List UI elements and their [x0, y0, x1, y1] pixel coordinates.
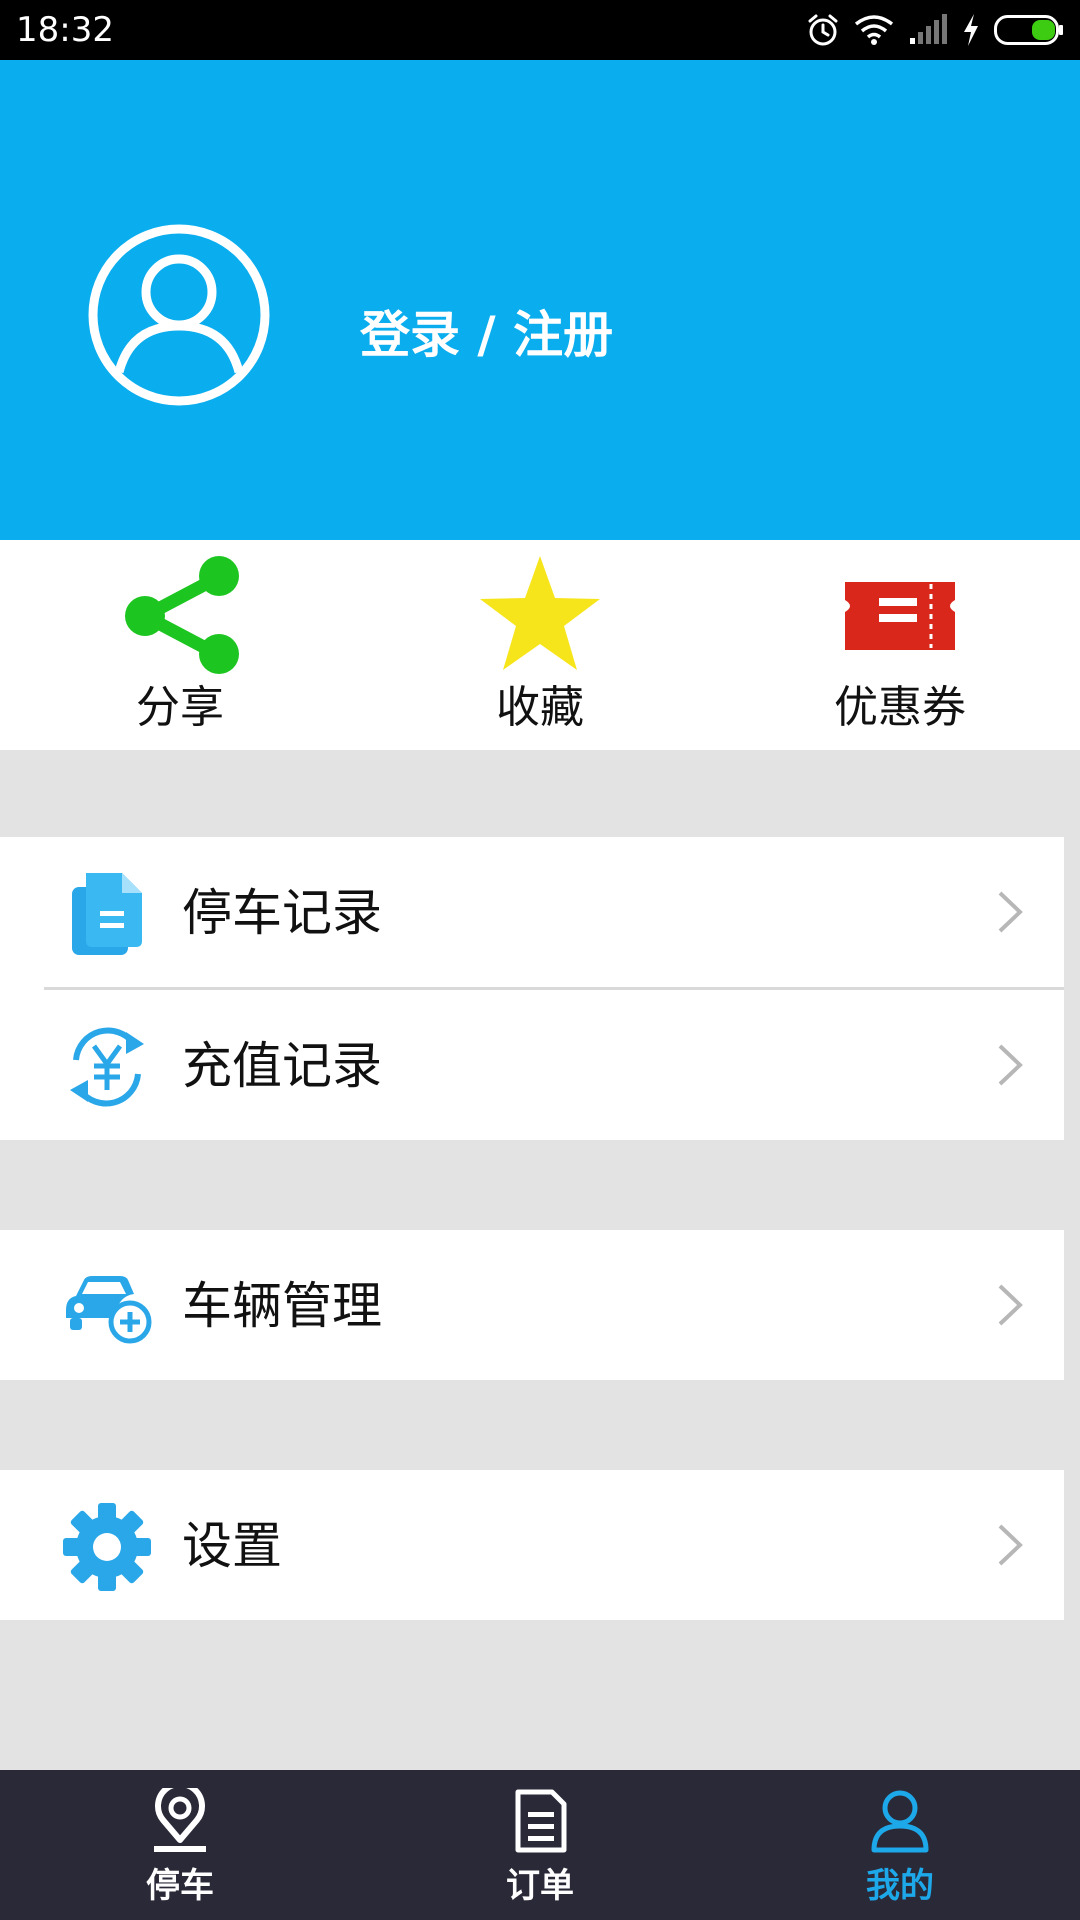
quick-action-favorites[interactable]: 收藏 [360, 540, 720, 750]
login-register-link[interactable]: 登录 / 注册 [360, 300, 613, 370]
location-pin-icon [148, 1781, 212, 1858]
profile-screen: 18:32 登录 / 注册 分享 收藏 优惠券 停车记录 充值记录 车辆管理 设… [0, 0, 1080, 1920]
bottom-nav: 停车 订单 我的 [0, 1770, 1080, 1920]
share-icon [115, 554, 245, 678]
document-icon [62, 869, 152, 959]
alarm-icon [806, 13, 840, 47]
quick-action-coupons[interactable]: 优惠券 [720, 540, 1080, 750]
nav-tab-label: 停车 [146, 1866, 214, 1906]
menu-group-records: 停车记录 充值记录 [0, 837, 1064, 1140]
quick-action-label: 分享 [136, 682, 224, 733]
nav-tab-mine[interactable]: 我的 [720, 1770, 1080, 1920]
person-icon [868, 1788, 932, 1858]
menu-item-label: 充值记录 [182, 1037, 382, 1095]
chevron-right-icon [996, 1522, 1024, 1572]
quick-actions: 分享 收藏 优惠券 [0, 540, 1080, 750]
star-icon [475, 554, 605, 678]
nav-tab-label: 我的 [866, 1866, 934, 1906]
ticket-icon [835, 554, 965, 678]
chevron-right-icon [996, 1042, 1024, 1092]
signal-icon [908, 14, 948, 46]
nav-tab-orders[interactable]: 订单 [360, 1770, 720, 1920]
profile-header: 登录 / 注册 [0, 60, 1080, 540]
menu-group-vehicles: 车辆管理 [0, 1230, 1064, 1380]
menu-item-label: 设置 [182, 1517, 282, 1575]
quick-action-share[interactable]: 分享 [0, 540, 360, 750]
yuan-refresh-icon [62, 1022, 152, 1112]
menu-item-label: 停车记录 [182, 884, 382, 942]
wifi-icon [854, 14, 894, 46]
menu-group-settings: 设置 [0, 1470, 1064, 1620]
quick-action-label: 优惠券 [834, 682, 966, 733]
status-time: 18:32 [16, 10, 114, 50]
nav-tab-label: 订单 [506, 1866, 574, 1906]
menu-item-vehicle-management[interactable]: 车辆管理 [0, 1230, 1064, 1380]
user-avatar-icon[interactable] [86, 222, 272, 408]
order-list-icon [508, 1788, 572, 1858]
menu-item-parking-records[interactable]: 停车记录 [0, 837, 1064, 987]
menu-item-recharge-records[interactable]: 充值记录 [0, 990, 1064, 1140]
gear-icon [62, 1502, 152, 1592]
menu-item-settings[interactable]: 设置 [0, 1470, 1064, 1620]
car-add-icon [62, 1262, 152, 1352]
chevron-right-icon [996, 1282, 1024, 1332]
battery-icon [994, 15, 1064, 45]
quick-action-label: 收藏 [496, 682, 584, 733]
menu-item-label: 车辆管理 [182, 1277, 382, 1335]
status-icons [806, 10, 1064, 50]
status-bar: 18:32 [0, 0, 1080, 60]
nav-tab-parking[interactable]: 停车 [0, 1770, 360, 1920]
charging-icon [962, 14, 980, 46]
chevron-right-icon [996, 889, 1024, 939]
